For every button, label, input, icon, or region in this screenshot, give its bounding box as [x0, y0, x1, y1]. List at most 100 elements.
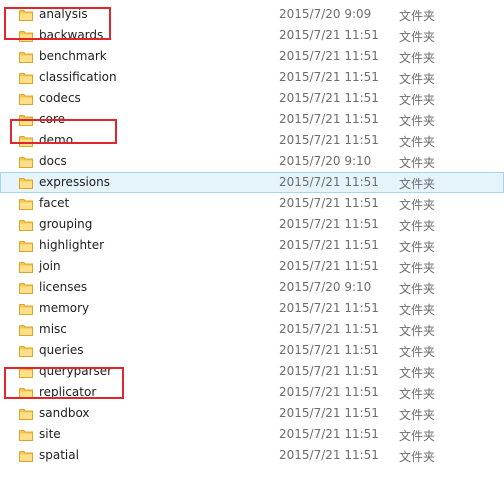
folder-icon [19, 178, 33, 189]
list-item-analysis[interactable]: analysis 2015/7/20 9:09 文件夹 [0, 4, 504, 25]
modified-date: 2015/7/21 11:51 [279, 112, 379, 126]
folder-icon [19, 430, 33, 441]
file-name: join [39, 259, 61, 273]
file-type: 文件夹 [399, 303, 436, 317]
file-type: 文件夹 [399, 324, 436, 338]
folder-icon [19, 52, 33, 63]
file-name: replicator [39, 385, 97, 399]
modified-date: 2015/7/21 11:51 [279, 91, 379, 105]
modified-date: 2015/7/21 11:51 [279, 49, 379, 63]
modified-date: 2015/7/20 9:10 [279, 154, 372, 168]
modified-date: 2015/7/21 11:51 [279, 133, 379, 147]
file-type: 文件夹 [399, 177, 436, 191]
file-type: 文件夹 [399, 429, 436, 443]
file-name: demo [39, 133, 74, 147]
file-name: grouping [39, 217, 93, 231]
folder-icon [19, 241, 33, 252]
file-type: 文件夹 [399, 387, 436, 401]
file-name: site [39, 427, 61, 441]
modified-date: 2015/7/21 11:51 [279, 28, 379, 42]
folder-icon [19, 10, 33, 21]
list-item-spatial[interactable]: spatial 2015/7/21 11:51 文件夹 [0, 445, 504, 466]
file-name: core [39, 112, 65, 126]
file-type: 文件夹 [399, 408, 436, 422]
modified-date: 2015/7/21 11:51 [279, 406, 379, 420]
file-type: 文件夹 [399, 261, 436, 275]
file-type: 文件夹 [399, 51, 436, 65]
list-item-replicator[interactable]: replicator 2015/7/21 11:51 文件夹 [0, 382, 504, 403]
folder-icon [19, 220, 33, 231]
file-name: spatial [39, 448, 79, 462]
file-type: 文件夹 [399, 156, 436, 170]
list-item-memory[interactable]: memory 2015/7/21 11:51 文件夹 [0, 298, 504, 319]
list-item-benchmark[interactable]: benchmark 2015/7/21 11:51 文件夹 [0, 46, 504, 67]
file-type: 文件夹 [399, 240, 436, 254]
file-type: 文件夹 [399, 93, 436, 107]
folder-icon [19, 199, 33, 210]
file-name: benchmark [39, 49, 107, 63]
list-item-sandbox[interactable]: sandbox 2015/7/21 11:51 文件夹 [0, 403, 504, 424]
modified-date: 2015/7/20 9:09 [279, 7, 372, 21]
folder-icon [19, 31, 33, 42]
file-type: 文件夹 [399, 366, 436, 380]
file-name: expressions [39, 175, 110, 189]
modified-date: 2015/7/21 11:51 [279, 322, 379, 336]
list-item-codecs[interactable]: codecs 2015/7/21 11:51 文件夹 [0, 88, 504, 109]
folder-icon [19, 388, 33, 399]
file-type: 文件夹 [399, 450, 436, 464]
file-type: 文件夹 [399, 282, 436, 296]
list-item-licenses[interactable]: licenses 2015/7/20 9:10 文件夹 [0, 277, 504, 298]
folder-icon [19, 409, 33, 420]
file-name: queryparser [39, 364, 113, 378]
file-type: 文件夹 [399, 198, 436, 212]
folder-icon [19, 136, 33, 147]
modified-date: 2015/7/21 11:51 [279, 364, 379, 378]
file-name: backwards [39, 28, 104, 42]
file-list: analysis 2015/7/20 9:09 文件夹 backwards 20… [0, 4, 504, 466]
list-item-facet[interactable]: facet 2015/7/21 11:51 文件夹 [0, 193, 504, 214]
modified-date: 2015/7/21 11:51 [279, 259, 379, 273]
file-name: analysis [39, 7, 88, 21]
file-name: misc [39, 322, 67, 336]
file-name: highlighter [39, 238, 105, 252]
file-name: licenses [39, 280, 88, 294]
list-item-site[interactable]: site 2015/7/21 11:51 文件夹 [0, 424, 504, 445]
modified-date: 2015/7/20 9:10 [279, 280, 372, 294]
file-type: 文件夹 [399, 219, 436, 233]
list-item-classification[interactable]: classification 2015/7/21 11:51 文件夹 [0, 67, 504, 88]
list-item-queries[interactable]: queries 2015/7/21 11:51 文件夹 [0, 340, 504, 361]
list-item-misc[interactable]: misc 2015/7/21 11:51 文件夹 [0, 319, 504, 340]
list-item-docs[interactable]: docs 2015/7/20 9:10 文件夹 [0, 151, 504, 172]
file-type: 文件夹 [399, 345, 436, 359]
list-item-core[interactable]: core 2015/7/21 11:51 文件夹 [0, 109, 504, 130]
folder-icon [19, 346, 33, 357]
file-name: queries [39, 343, 84, 357]
folder-icon [19, 304, 33, 315]
list-item-demo[interactable]: demo 2015/7/21 11:51 文件夹 [0, 130, 504, 151]
file-type: 文件夹 [399, 114, 436, 128]
list-item-highlighter[interactable]: highlighter 2015/7/21 11:51 文件夹 [0, 235, 504, 256]
modified-date: 2015/7/21 11:51 [279, 301, 379, 315]
folder-icon [19, 157, 33, 168]
modified-date: 2015/7/21 11:51 [279, 385, 379, 399]
list-item-join[interactable]: join 2015/7/21 11:51 文件夹 [0, 256, 504, 277]
folder-icon [19, 115, 33, 126]
file-name: facet [39, 196, 70, 210]
file-type: 文件夹 [399, 72, 436, 86]
file-name: codecs [39, 91, 81, 105]
modified-date: 2015/7/21 11:51 [279, 217, 379, 231]
folder-icon [19, 94, 33, 105]
file-name: docs [39, 154, 67, 168]
file-name: sandbox [39, 406, 90, 420]
modified-date: 2015/7/21 11:51 [279, 196, 379, 210]
file-name: classification [39, 70, 117, 84]
list-item-queryparser[interactable]: queryparser 2015/7/21 11:51 文件夹 [0, 361, 504, 382]
folder-icon [19, 367, 33, 378]
list-item-expressions[interactable]: expressions 2015/7/21 11:51 文件夹 [0, 172, 504, 193]
list-item-grouping[interactable]: grouping 2015/7/21 11:51 文件夹 [0, 214, 504, 235]
file-type: 文件夹 [399, 9, 436, 23]
folder-icon [19, 325, 33, 336]
list-item-backwards[interactable]: backwards 2015/7/21 11:51 文件夹 [0, 25, 504, 46]
file-type: 文件夹 [399, 30, 436, 44]
folder-icon [19, 73, 33, 84]
